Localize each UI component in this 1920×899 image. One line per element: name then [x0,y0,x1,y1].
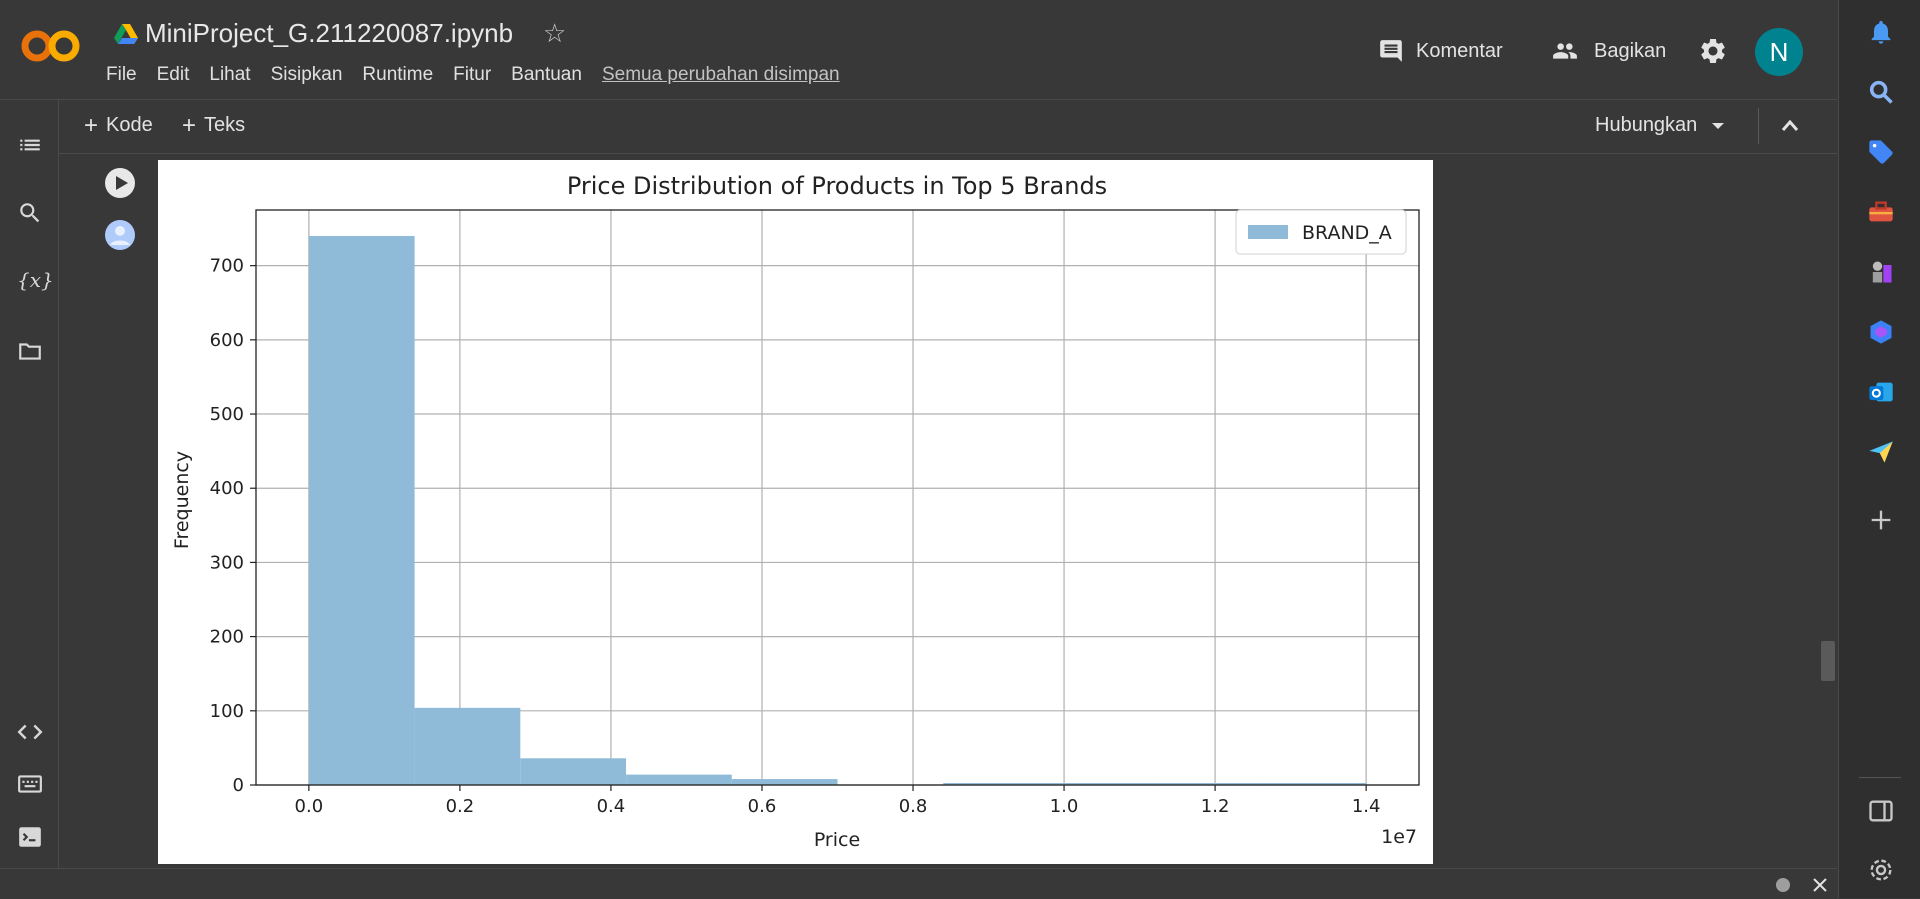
y-tick-label: 600 [210,330,244,351]
star-icon[interactable]: ☆ [543,18,566,49]
comment-label: Komentar [1416,39,1503,62]
legend-label: BRAND_A [1302,222,1392,244]
send-icon[interactable] [1867,438,1895,466]
variables-icon[interactable]: {𝑥} [17,268,54,294]
app-header: MiniProject_G.211220087.ipynb ☆ File Edi… [0,0,1837,100]
close-icon[interactable] [1812,877,1828,893]
scrollbar-thumb[interactable] [1821,641,1835,681]
left-sidebar: {𝑥} [0,100,59,868]
add-text-button[interactable]: + Teks [182,111,246,139]
toolbox-icon[interactable] [1867,198,1895,226]
menu-file[interactable]: File [106,64,137,86]
search-icon[interactable] [17,200,43,226]
status-bar [0,868,1837,899]
chess-icon[interactable] [1867,258,1895,286]
tag-icon[interactable] [1867,138,1895,166]
plus-icon[interactable] [1867,506,1895,534]
menu-tools[interactable]: Fitur [453,64,491,86]
y-tick-label: 300 [210,552,244,573]
user-avatar-icon [105,220,135,250]
copilot-icon[interactable] [1867,318,1895,346]
menu-bar: File Edit Lihat Sisipkan Runtime Fitur B… [106,64,860,86]
x-tick-label: 0.4 [597,796,626,817]
y-tick-label: 500 [210,404,244,425]
connect-button[interactable]: Hubungkan [1595,114,1725,137]
x-axis-offset-label: 1e7 [1381,826,1417,848]
code-snippets-icon[interactable] [17,719,43,745]
histogram-chart: 0.0 0.2 0.4 0.6 0.8 1.0 1.2 1.4 0 100 200 300 400 500… [171,172,1420,851]
google-drive-icon [114,24,138,44]
terminal-icon[interactable] [17,824,43,850]
user-avatar[interactable]: N [1755,28,1803,76]
legend-swatch [1248,225,1288,239]
chart-title: Price Distribution of Products in Top 5 … [567,172,1107,200]
add-code-button[interactable]: + Kode [84,111,153,139]
notebook-toolbar: + Kode + Teks Hubungkan [58,100,1837,154]
colab-logo[interactable] [20,26,84,66]
y-tick-label: 200 [210,627,244,648]
chevron-up-icon[interactable] [1780,116,1800,136]
command-palette-icon[interactable] [17,771,43,797]
gear-icon[interactable] [1867,856,1895,884]
menu-help[interactable]: Bantuan [511,64,582,86]
y-tick-label: 700 [210,256,244,277]
connect-label: Hubungkan [1595,114,1698,136]
x-tick-label: 0.2 [446,796,475,817]
plus-icon: + [84,111,99,139]
share-label: Bagikan [1594,39,1667,62]
x-tick-label: 1.2 [1201,796,1230,817]
histogram-bar [626,774,732,785]
add-text-label: Teks [204,114,246,136]
plus-icon: + [182,111,197,139]
add-code-label: Kode [106,114,153,136]
x-tick-label: 0.6 [748,796,777,817]
notebook-title[interactable]: MiniProject_G.211220087.ipynb [145,18,513,49]
histogram-bar [308,235,415,785]
outlook-icon[interactable] [1867,378,1895,406]
comment-icon [1380,40,1402,62]
rail-divider [1859,777,1901,778]
histogram-bar [520,758,627,785]
bell-icon[interactable] [1867,18,1895,46]
panel-icon[interactable] [1867,797,1895,825]
x-tick-label: 0.8 [899,796,928,817]
x-tick-label: 1.4 [1352,796,1381,817]
y-axis-label: Frequency [171,451,193,549]
menu-insert[interactable]: Sisipkan [271,64,343,86]
status-dot-icon [1776,878,1790,892]
save-status[interactable]: Semua perubahan disimpan [602,64,840,86]
menu-view[interactable]: Lihat [209,64,250,86]
chart-legend: BRAND_A [1235,209,1407,255]
menu-runtime[interactable]: Runtime [362,64,433,86]
plot-frame [255,209,1420,786]
settings-gear-icon[interactable] [1698,36,1728,66]
right-sidebar [1838,0,1920,898]
histogram-bar [414,707,521,785]
x-axis-label: Price [814,829,860,851]
dropdown-arrow-icon [1712,122,1725,129]
y-tick-label: 400 [210,478,244,499]
share-button[interactable]: Bagikan [1550,38,1666,64]
histogram-bar [731,779,838,785]
menu-edit[interactable]: Edit [157,64,190,86]
folder-icon[interactable] [17,338,43,364]
y-tick-label: 100 [210,701,244,722]
search-icon[interactable] [1867,78,1895,106]
toolbar-divider [1758,108,1759,144]
run-cell-icon[interactable] [104,167,136,199]
y-tick-label: 0 [233,775,244,796]
people-icon [1553,43,1577,59]
x-tick-label: 0.0 [295,796,324,817]
cell-output: 0.0 0.2 0.4 0.6 0.8 1.0 1.2 1.4 0 100 200 300 400 500… [158,160,1433,864]
x-tick-label: 1.0 [1050,796,1079,817]
comment-button[interactable]: Komentar [1378,38,1503,64]
toc-icon[interactable] [17,132,43,158]
